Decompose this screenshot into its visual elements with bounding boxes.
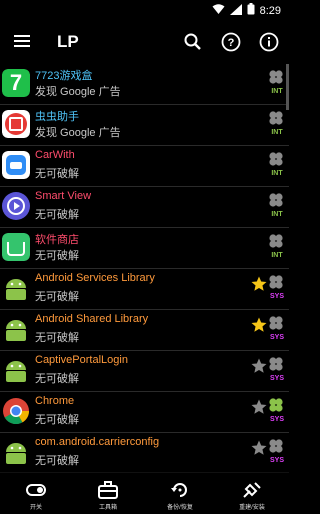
chrome-icon: [2, 397, 30, 425]
clover-icon: [268, 274, 284, 290]
info-button[interactable]: [258, 31, 280, 53]
app-name: 7723游戏盒: [35, 70, 93, 82]
smart-view-app-icon: [2, 192, 30, 220]
app-name: Android Shared Library: [35, 313, 149, 325]
app-status: 无可破解: [35, 250, 79, 262]
app-status: 无可破解: [35, 168, 79, 180]
menu-button[interactable]: [12, 32, 32, 52]
app-name: 虫虫助手: [35, 111, 79, 123]
clover-icon: [268, 151, 284, 167]
clover-icon: [268, 192, 284, 208]
app-list-item[interactable]: 7 7723游戏盒发现 Google 广告 INT: [0, 64, 289, 105]
star-icon[interactable]: [250, 357, 268, 375]
app-list[interactable]: 7 7723游戏盒 发现 Google 广告 INT 虫虫助手 发现 Google 广告 I…: [0, 64, 289, 472]
app-status: 无可破解: [35, 414, 79, 426]
nav-item-toggle[interactable]: 开关: [0, 473, 72, 514]
app-status: 无可破解: [35, 209, 79, 221]
svg-text:?: ?: [228, 37, 235, 49]
app-list-item[interactable]: Smart View 无可破解 INT: [0, 187, 289, 228]
app-type-badge: INT: [271, 129, 283, 136]
clover-icon: [268, 356, 284, 372]
app-bar: LP ?: [0, 20, 289, 64]
status-time: 8:29: [259, 4, 281, 17]
backup-icon: [171, 483, 187, 497]
rebuild-icon: [243, 482, 261, 498]
android-icon: [2, 356, 30, 384]
app-status: 无可破解: [35, 291, 79, 303]
clover-icon: [268, 397, 284, 413]
clover-icon: [268, 110, 284, 126]
app-list-item[interactable]: com.android.carrierconfig 无可破解 SYS: [0, 433, 289, 472]
star-icon[interactable]: [250, 439, 268, 457]
wifi-icon: [212, 3, 225, 18]
toolbox-icon: [98, 481, 118, 499]
clover-icon: [268, 69, 284, 85]
app-status: 无可破解: [35, 455, 79, 467]
app-name: 软件商店: [35, 234, 79, 246]
nav-item-rebuild[interactable]: 重建/安装: [216, 473, 288, 514]
scrollbar[interactable]: [286, 64, 289, 110]
app-name: Smart View: [35, 190, 92, 202]
android-icon: [2, 438, 30, 466]
nav-label: 开关: [29, 505, 42, 511]
battery-icon: [247, 3, 255, 18]
carwith-app-icon: [2, 151, 30, 179]
help-button[interactable]: ?: [220, 31, 242, 53]
app-type-badge: INT: [271, 170, 283, 177]
nav-label: 工具箱: [98, 505, 117, 511]
app-type-badge: SYS: [269, 416, 284, 423]
app-name: CaptivePortalLogin: [35, 354, 128, 366]
search-button[interactable]: [182, 31, 204, 53]
app-list-item[interactable]: CarWith 无可破解 INT: [0, 146, 289, 187]
nav-label: 备份/恢复: [167, 505, 193, 511]
app-type-badge: SYS: [269, 293, 284, 300]
app-list-item[interactable]: Chrome 无可破解 SYS: [0, 392, 289, 433]
7723-app-icon: 7: [2, 69, 30, 97]
star-icon[interactable]: [250, 398, 268, 416]
info-icon: [259, 32, 279, 52]
hamburger-icon: [14, 35, 30, 37]
app-type-badge: INT: [271, 252, 283, 259]
clover-icon: [268, 438, 284, 454]
star-icon[interactable]: [250, 275, 268, 293]
chongchong-app-icon: [2, 110, 30, 138]
app-name: Chrome: [35, 395, 75, 407]
clover-icon: [268, 233, 284, 249]
app-name: CarWith: [35, 149, 75, 161]
star-icon[interactable]: [250, 316, 268, 334]
app-list-item[interactable]: Android Services Library 无可破解 SYS: [0, 269, 289, 310]
app-status: 发现 Google 广告: [35, 86, 121, 98]
search-icon: [184, 33, 201, 50]
app-list-item[interactable]: 软件商店无可破解 INT: [0, 228, 289, 269]
app-status: 无可破解: [35, 373, 79, 385]
page-title: LP: [57, 32, 79, 51]
app-name: Android Services Library: [35, 272, 155, 284]
app-status: 无可破解: [35, 332, 79, 344]
app-type-badge: INT: [271, 211, 283, 218]
app-name: com.android.carrierconfig: [35, 436, 160, 448]
toggle-icon: [26, 484, 46, 496]
app-status: 发现 Google 广告: [35, 127, 121, 139]
help-icon: ?: [221, 32, 241, 52]
android-icon: [2, 274, 30, 302]
app-type-badge: SYS: [269, 334, 284, 341]
bottom-navigation: 开关 工具箱 备份/恢复 重建/安装: [0, 472, 289, 514]
nav-item-toolbox[interactable]: 工具箱: [72, 473, 144, 514]
clover-icon: [268, 315, 284, 331]
app-store-icon: [2, 233, 30, 261]
nav-item-backup[interactable]: 备份/恢复: [144, 473, 216, 514]
app-list-item[interactable]: 虫虫助手发现 Google 广告 INT: [0, 105, 289, 146]
app-type-badge: INT: [271, 88, 283, 95]
android-icon: [2, 315, 30, 343]
status-bar: 8:29: [0, 0, 289, 20]
signal-icon: [229, 3, 242, 18]
app-type-badge: SYS: [269, 457, 284, 464]
app-type-badge: SYS: [269, 375, 284, 382]
app-list-item[interactable]: CaptivePortalLogin 无可破解 SYS: [0, 351, 289, 392]
app-list-item[interactable]: Android Shared Library 无可破解 SYS: [0, 310, 289, 351]
nav-label: 重建/安装: [239, 505, 265, 511]
